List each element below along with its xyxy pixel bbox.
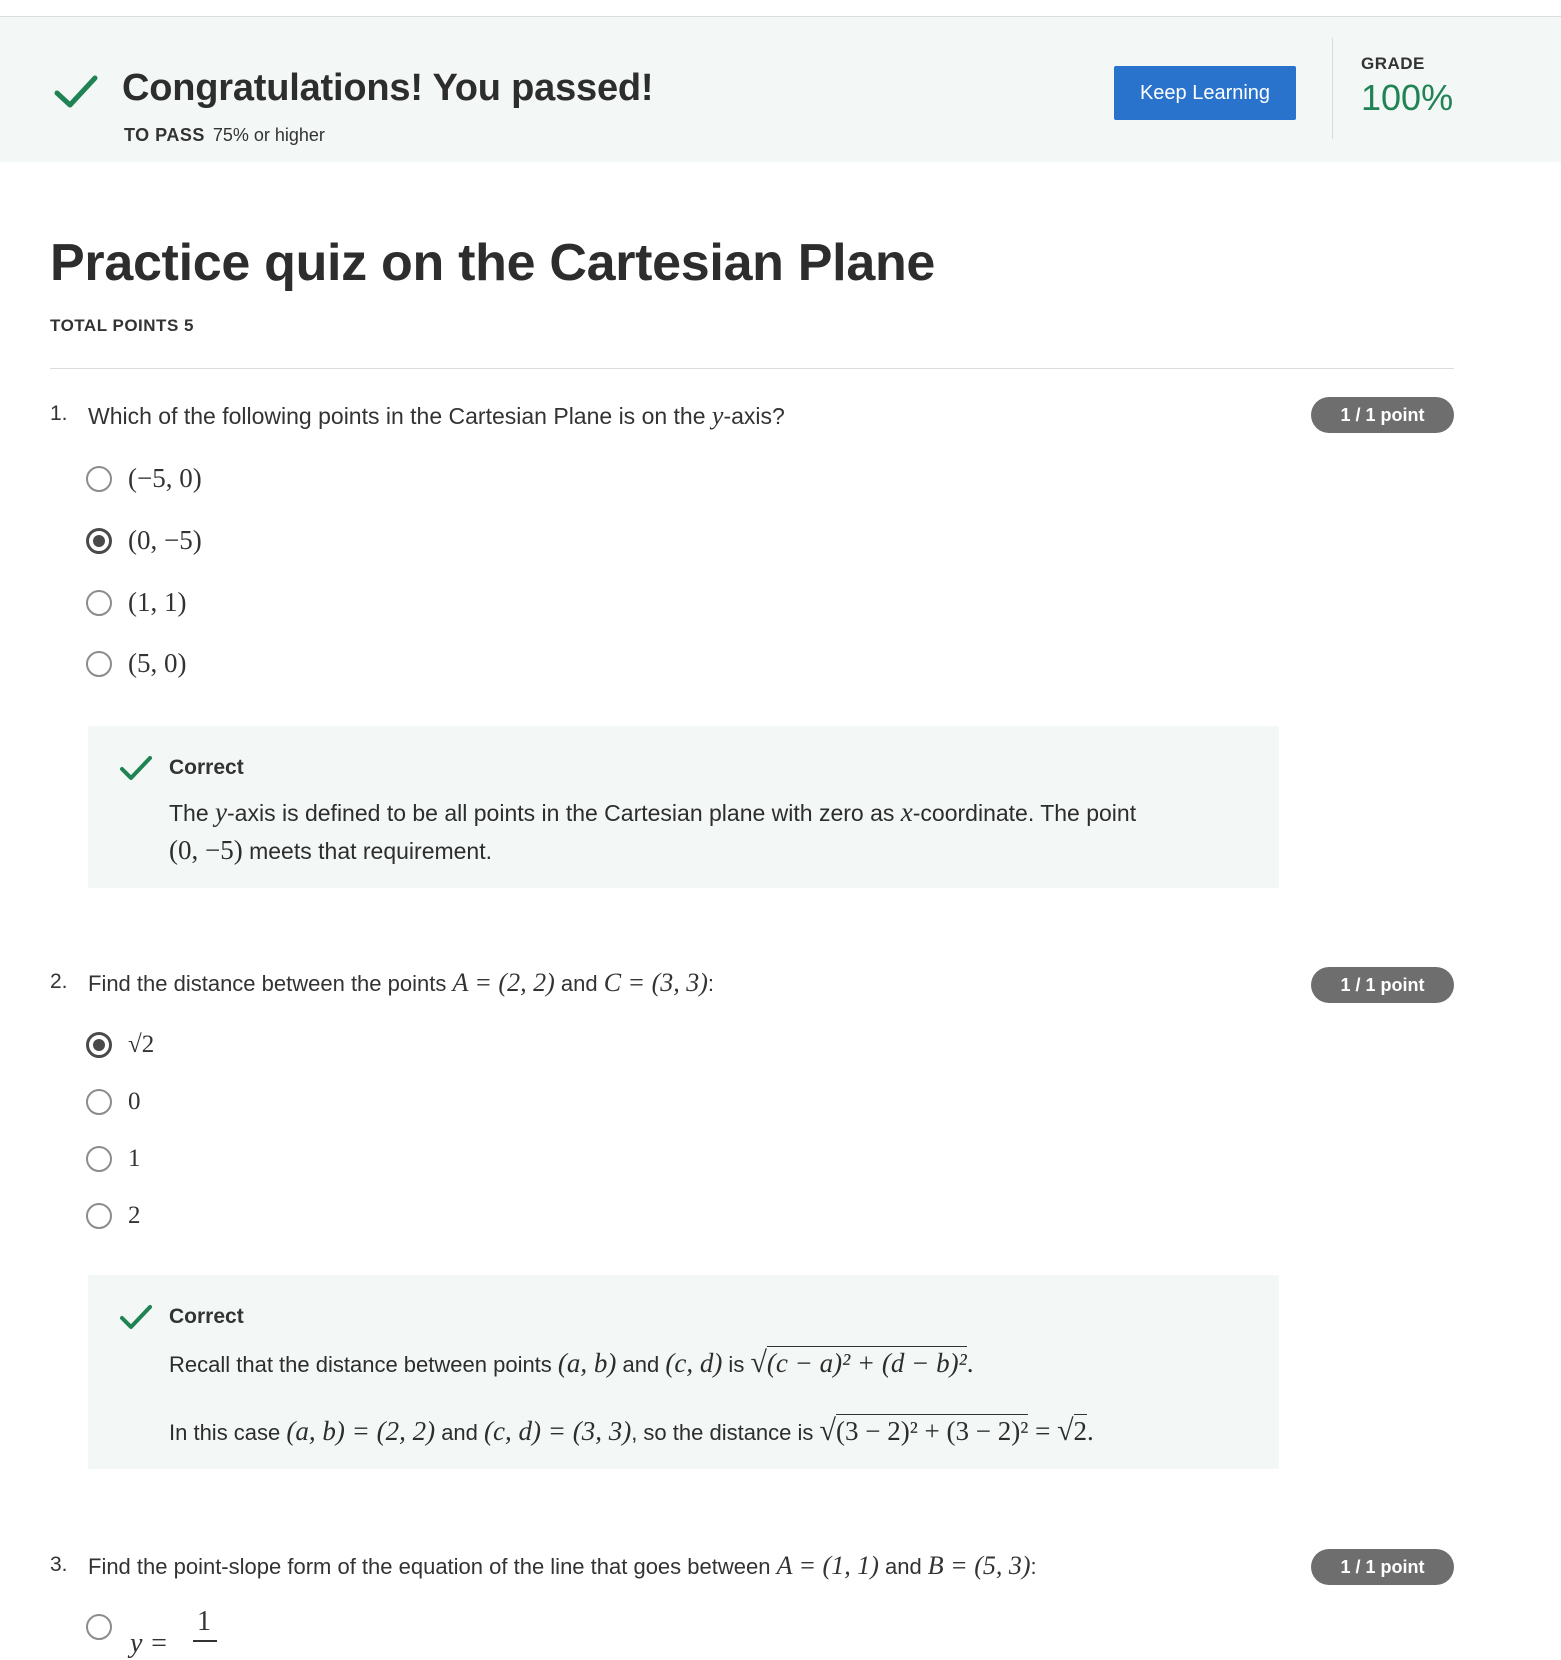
option-label: (5, 0) [128, 648, 187, 678]
feedback-heading: Correct [169, 1305, 244, 1328]
question-3-points-badge: 1 / 1 point [1311, 1549, 1454, 1585]
option-label: 2 [128, 1202, 141, 1229]
checkmark-icon [54, 75, 98, 108]
radio-button[interactable] [86, 650, 112, 677]
option-label: 0 [128, 1088, 141, 1115]
question-1-option-selected[interactable]: (0, −5) [86, 525, 202, 556]
question-1-feedback: Correct The y-axis is defined to be all … [88, 726, 1279, 888]
option-label: (0, −5) [128, 525, 202, 555]
to-pass-label: TO PASS [124, 125, 205, 145]
grade-divider [1332, 38, 1333, 139]
question-2-feedback: Correct Recall that the distance between… [88, 1275, 1279, 1469]
radio-button-selected[interactable] [86, 1032, 112, 1058]
radio-button[interactable] [86, 1614, 112, 1640]
question-2-number: 2. [50, 970, 68, 993]
question-1-option[interactable]: (5, 0) [86, 648, 186, 679]
option-label: √2 [128, 1031, 155, 1058]
question-2-text: Find the distance between the points A =… [88, 968, 715, 997]
radio-button[interactable] [86, 589, 112, 616]
radio-button[interactable] [86, 1203, 112, 1229]
pass-title: Congratulations! You passed! [122, 67, 654, 109]
option-label: (1, 1) [128, 587, 187, 617]
grade-value: 100% [1361, 77, 1454, 118]
question-2-option[interactable]: 2 [86, 1202, 141, 1230]
feedback-heading: Correct [169, 756, 244, 779]
question-2-option[interactable]: 1 [86, 1145, 141, 1173]
feedback-line-1: Recall that the distance between points … [169, 1346, 974, 1379]
question-1-text: Which of the following points in the Car… [88, 401, 785, 430]
option-label: 1 [128, 1145, 141, 1172]
header-divider [50, 368, 1454, 369]
feedback-text: The y-axis is defined to be all points i… [169, 797, 1137, 865]
question-2-option-selected[interactable]: √2 [86, 1031, 154, 1059]
question-1-points-badge: 1 / 1 point [1311, 397, 1454, 433]
grade-label: GRADE [1361, 54, 1425, 73]
keep-learning-button[interactable]: Keep Learning [1114, 66, 1296, 120]
pass-banner: Congratulations! You passed! TO PASS 75% … [0, 17, 1561, 162]
option-equation-lhs: y = [130, 1628, 169, 1659]
question-3-number: 3. [50, 1553, 68, 1576]
to-pass-info: TO PASS 75% or higher [124, 125, 325, 146]
radio-button[interactable] [86, 465, 112, 492]
question-3-option[interactable] [86, 1614, 128, 1640]
fraction-bar [193, 1640, 217, 1642]
checkmark-icon [120, 1305, 152, 1329]
question-2-option[interactable]: 0 [86, 1088, 141, 1116]
feedback-line-2: In this case (a, b) = (2, 2) and (c, d) … [169, 1414, 1094, 1447]
question-2-points-badge: 1 / 1 point [1311, 967, 1454, 1003]
radio-button[interactable] [86, 1146, 112, 1172]
total-points: TOTAL POINTS 5 [50, 316, 194, 335]
question-1-number: 1. [50, 402, 68, 425]
option-fraction-numerator: 1 [197, 1606, 211, 1637]
option-label: (−5, 0) [128, 463, 202, 493]
question-1-option[interactable]: (1, 1) [86, 587, 186, 618]
to-pass-value: 75% or higher [212, 125, 325, 145]
radio-button[interactable] [86, 1089, 112, 1115]
radio-button-selected[interactable] [86, 527, 112, 554]
question-3-text: Find the point-slope form of the equatio… [88, 1551, 1037, 1580]
checkmark-icon [120, 756, 152, 780]
page-title: Practice quiz on the Cartesian Plane [50, 234, 936, 292]
question-1-option[interactable]: (−5, 0) [86, 463, 202, 494]
